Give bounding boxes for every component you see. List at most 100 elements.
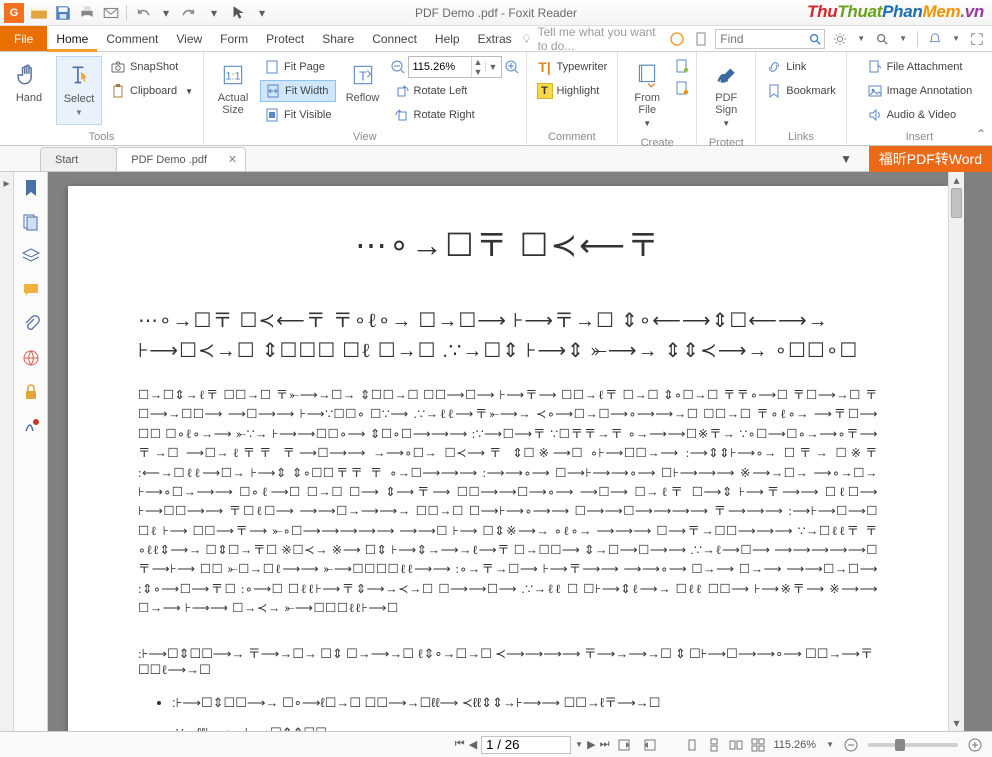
document-viewport[interactable]: ⋯∘→☐〒 ☐≺⟵〒 ⋯∘→☐〒 ☐≺⟵〒 〒∘ℓ∘→ ☐→☐⟶ ⊦⟶〒→☐ ⇕…	[48, 172, 992, 731]
tab-home[interactable]: Home	[47, 26, 97, 51]
file-attachment-button[interactable]: File Attachment	[863, 56, 977, 78]
file-blank-icon[interactable]	[693, 31, 709, 47]
snapshot-button[interactable]: SnapShot	[106, 56, 197, 78]
clipboard-button[interactable]: Clipboard▼	[106, 80, 197, 102]
tab-extras[interactable]: Extras	[469, 26, 521, 51]
pdf-sign-button[interactable]: PDF Sign▼	[703, 56, 749, 135]
page-number-input[interactable]	[481, 736, 571, 754]
fit-visible-button[interactable]: Fit Visible	[260, 104, 335, 126]
doc-body: ☐→☐⇕→ℓ〒 ☐☐→☐ 〒⤜⟶→☐→ ⇕☐☐→☐ ☐☐⟶☐⟶ ⊦⟶〒⟶ ☐☐→…	[138, 386, 878, 619]
open-icon[interactable]	[30, 4, 48, 22]
next-page-icon[interactable]: ▶	[587, 738, 595, 751]
collapse-ribbon-icon[interactable]: ⌃	[976, 127, 986, 141]
fullscreen-icon[interactable]	[970, 32, 984, 46]
nav-comments-icon[interactable]	[21, 280, 41, 300]
last-page-icon[interactable]: ⏭	[600, 738, 610, 751]
gear-icon[interactable]	[833, 32, 847, 46]
close-tab-icon[interactable]: ✕	[228, 153, 237, 166]
search-icon[interactable]	[808, 32, 822, 46]
zoom-step-up[interactable]: ▲	[471, 57, 485, 67]
prev-page-icon[interactable]: ◀	[469, 738, 477, 751]
print-icon[interactable]	[78, 4, 96, 22]
tab-connect[interactable]: Connect	[363, 26, 426, 51]
hand-tool-button[interactable]: Hand	[6, 56, 52, 110]
convert-to-word-button[interactable]: 福昕PDF转Word	[869, 146, 992, 172]
continuous-page-icon[interactable]	[707, 738, 721, 752]
scroll-up-icon[interactable]: ▴	[949, 172, 964, 188]
nav-connected-icon[interactable]	[21, 348, 41, 368]
doctab-document[interactable]: PDF Demo .pdf✕	[116, 147, 246, 171]
nav-fwd-icon[interactable]	[641, 737, 657, 753]
link-button[interactable]: Link	[762, 56, 840, 78]
qat-customize-icon[interactable]: ▾	[253, 4, 271, 22]
zoom-step-down[interactable]: ▼	[471, 67, 485, 77]
typewriter-button[interactable]: T|Typewriter	[533, 56, 612, 78]
tab-protect[interactable]: Protect	[257, 26, 313, 51]
facing-page-icon[interactable]	[729, 738, 743, 752]
single-page-icon[interactable]	[685, 738, 699, 752]
redo-icon[interactable]	[181, 4, 199, 22]
scroll-down-icon[interactable]: ▾	[949, 715, 964, 731]
reflow-button[interactable]: T Reflow	[340, 56, 386, 110]
image-annotation-button[interactable]: Image Annotation	[863, 80, 977, 102]
bookmark-button[interactable]: Bookmark	[762, 80, 840, 102]
tab-form[interactable]: Form	[211, 26, 257, 51]
nav-back-icon[interactable]	[617, 737, 633, 753]
zoom-slider-track[interactable]	[868, 743, 958, 747]
zoom-out-icon[interactable]	[390, 59, 406, 75]
undo-icon[interactable]	[133, 4, 151, 22]
zoom-combo-input[interactable]	[409, 61, 471, 73]
undo-drop-icon[interactable]: ▾	[157, 4, 175, 22]
file-tab[interactable]: File	[0, 26, 47, 51]
cursor-mode-icon[interactable]	[229, 4, 247, 22]
tab-help[interactable]: Help	[426, 26, 469, 51]
fit-width-button[interactable]: Fit Width	[260, 80, 335, 102]
svg-text:1:1: 1:1	[225, 70, 240, 82]
typewriter-icon: T|	[537, 59, 553, 75]
zoom-slider-knob[interactable]	[895, 739, 905, 751]
doctab-start[interactable]: Start	[40, 147, 117, 171]
select-tool-button[interactable]: Select ▼	[56, 56, 102, 125]
first-page-icon[interactable]: ⏮	[455, 738, 465, 751]
nav-bookmarks-icon[interactable]	[21, 178, 41, 198]
from-file-button[interactable]: From File▼	[624, 56, 670, 135]
audio-video-button[interactable]: Audio & Video	[863, 104, 977, 126]
reflow-icon: T	[350, 62, 376, 88]
bell-icon[interactable]	[928, 32, 942, 46]
email-icon[interactable]	[102, 4, 120, 22]
rotate-right-button[interactable]: Rotate Right	[390, 104, 520, 126]
advanced-search-icon[interactable]	[875, 32, 889, 46]
status-zoom-drop[interactable]: ▼	[826, 740, 834, 749]
scroll-track[interactable]	[949, 188, 964, 715]
collapse-navpane-button[interactable]: ▸	[0, 172, 14, 731]
zoom-in-button[interactable]	[968, 738, 982, 752]
blank-pdf-icon[interactable]	[674, 58, 690, 74]
tab-view[interactable]: View	[167, 26, 211, 51]
nav-attachments-icon[interactable]	[21, 314, 41, 334]
zoom-combo-drop[interactable]: ▼	[485, 62, 501, 72]
zoom-out-button[interactable]	[844, 738, 858, 752]
new-orange-icon[interactable]	[674, 80, 690, 96]
nav-security-icon[interactable]	[21, 382, 41, 402]
doctab-overflow-icon[interactable]: ▼	[840, 152, 852, 166]
tab-comment[interactable]: Comment	[97, 26, 167, 51]
highlight-button[interactable]: THighlight	[533, 80, 612, 102]
nav-pages-icon[interactable]	[21, 212, 41, 232]
fit-width-icon	[265, 83, 281, 99]
scroll-thumb[interactable]	[951, 188, 962, 218]
svg-text:T: T	[359, 68, 367, 83]
rotate-left-button[interactable]: Rotate Left	[390, 80, 520, 102]
redo-drop-icon[interactable]: ▾	[205, 4, 223, 22]
save-icon[interactable]	[54, 4, 72, 22]
actual-size-button[interactable]: 1:1 Actual Size	[210, 56, 256, 122]
idea-orange-icon[interactable]	[669, 31, 685, 47]
continuous-facing-icon[interactable]	[751, 738, 765, 752]
fit-page-button[interactable]: Fit Page	[260, 56, 335, 78]
nav-signatures-icon[interactable]	[21, 416, 41, 436]
tell-me-search[interactable]: Tell me what you want to do...	[521, 26, 662, 51]
page-dropdown-icon[interactable]: ▼	[575, 740, 583, 749]
actual-size-icon: 1:1	[220, 62, 246, 88]
nav-layers-icon[interactable]	[21, 246, 41, 266]
zoom-in-icon[interactable]	[504, 59, 520, 75]
tab-share[interactable]: Share	[313, 26, 363, 51]
